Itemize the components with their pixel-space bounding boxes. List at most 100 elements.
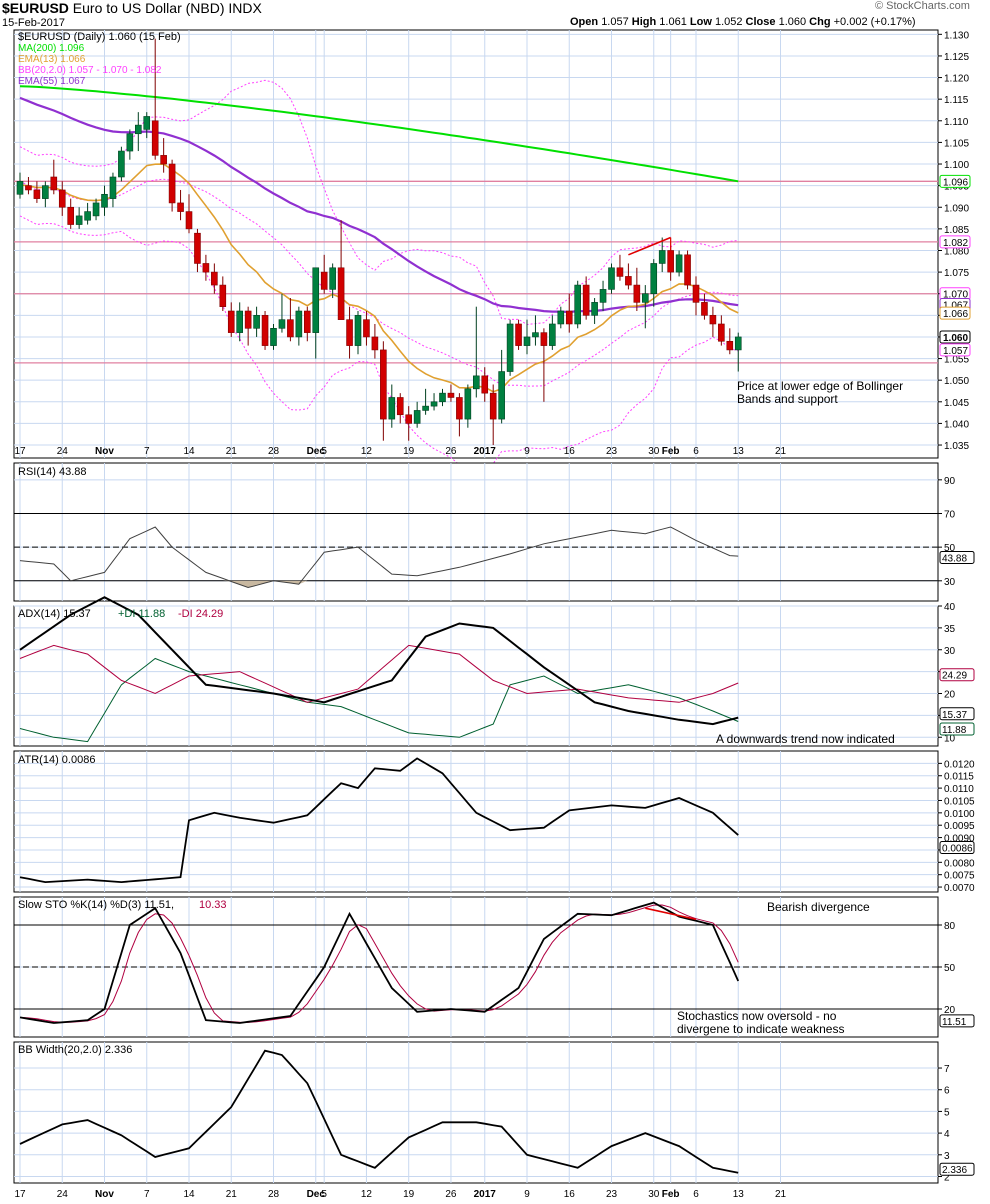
candle xyxy=(413,410,421,424)
x-tick-label: 6 xyxy=(693,446,699,457)
candle xyxy=(464,388,472,420)
panel-2: 10152025303540ADX(14) 15.37+DI 11.88-DI … xyxy=(13,596,975,747)
candle xyxy=(709,315,717,325)
y-tick-label: 0.0070 xyxy=(944,883,975,894)
candle xyxy=(194,232,201,264)
candle xyxy=(633,284,641,303)
candle xyxy=(244,310,252,329)
candle xyxy=(388,397,396,420)
candle xyxy=(422,405,429,411)
candle xyxy=(692,284,700,303)
candle xyxy=(658,250,666,264)
annotation: Price at lower edge of Bollinger xyxy=(737,379,903,393)
candle xyxy=(261,315,269,346)
annotation: Bearish divergence xyxy=(767,900,870,914)
y-tick-label: 80 xyxy=(944,921,956,932)
candle xyxy=(481,375,489,394)
x-tick-label: 14 xyxy=(183,1189,195,1200)
candle xyxy=(168,163,176,204)
y-tick-label: 1.100 xyxy=(944,160,969,171)
x-tick-label: 23 xyxy=(606,1189,618,1200)
y-tick-label: 50 xyxy=(944,963,956,974)
candle xyxy=(363,319,370,338)
candle xyxy=(67,206,74,225)
candle xyxy=(135,124,142,135)
x-tick-label: 14 xyxy=(183,446,195,457)
candle xyxy=(549,323,556,346)
legend-entry: ADX(14) 15.37 xyxy=(18,608,91,620)
legend-entry: EMA(55) 1.067 xyxy=(18,76,86,87)
annotation: A downwards trend now indicated xyxy=(716,732,895,746)
y-tick-label: 1.090 xyxy=(944,203,969,214)
x-tick-label: 28 xyxy=(268,446,280,457)
candle xyxy=(278,319,286,329)
y-tick-label: 1.115 xyxy=(944,95,969,106)
y-tick-label: 0.0095 xyxy=(944,821,975,832)
y-tick-label: 1.110 xyxy=(944,117,969,128)
candle xyxy=(371,336,379,351)
candle xyxy=(447,392,455,398)
candle xyxy=(616,267,624,277)
x-tick-label: 21 xyxy=(775,1189,787,1200)
x-tick-label: Feb xyxy=(662,446,680,457)
candle xyxy=(346,319,353,346)
panel-frame xyxy=(13,605,939,747)
candle xyxy=(337,267,345,320)
candle xyxy=(92,202,100,217)
candle xyxy=(684,254,691,286)
value-box-label: 1.082 xyxy=(943,238,968,249)
x-tick-label: 7 xyxy=(144,446,150,457)
candle xyxy=(329,267,336,290)
panel-0: 1.0351.0401.0451.0501.0551.0601.0651.070… xyxy=(13,29,971,469)
candle xyxy=(557,310,565,325)
candle xyxy=(506,323,514,372)
y-tick-label: 1.045 xyxy=(944,398,969,409)
legend-entry: BB Width(20,2.0) 2.336 xyxy=(18,1044,132,1056)
chart-area: 1.0351.0401.0451.0501.0551.0601.0651.070… xyxy=(13,29,975,1200)
y-tick-label: 1.125 xyxy=(944,52,969,63)
candle xyxy=(396,397,404,416)
x-tick-label: 19 xyxy=(403,1189,415,1200)
candle xyxy=(625,276,632,286)
candle xyxy=(641,293,649,303)
x-tick-label: 2017 xyxy=(474,446,497,457)
candle xyxy=(312,267,320,333)
y-tick-label: 30 xyxy=(944,646,956,657)
candle xyxy=(42,185,49,199)
y-tick-label: 30 xyxy=(944,577,956,588)
x-tick-label: 5 xyxy=(321,1189,327,1200)
annotation: divergene to indicate weakness xyxy=(677,1022,844,1036)
candle xyxy=(143,116,151,130)
y-tick-label: 1.105 xyxy=(944,138,969,149)
candle xyxy=(489,392,497,420)
x-tick-label: 19 xyxy=(403,446,415,457)
candle xyxy=(33,189,41,199)
y-tick-label: 1.035 xyxy=(944,441,969,452)
x-tick-label: 28 xyxy=(268,1189,280,1200)
candle xyxy=(515,323,522,346)
candle xyxy=(295,310,303,338)
x-tick-label: 9 xyxy=(524,446,530,457)
x-tick-label: 13 xyxy=(733,446,745,457)
panel-frame xyxy=(13,750,939,893)
panel-frame xyxy=(13,1041,939,1184)
x-tick-label: 12 xyxy=(361,446,373,457)
candle xyxy=(160,155,167,165)
value-box-label: 43.88 xyxy=(942,553,967,564)
candle xyxy=(84,211,91,221)
candle xyxy=(287,319,294,338)
x-tick-label: 2017 xyxy=(474,1189,497,1200)
y-tick-label: 0.0105 xyxy=(944,796,975,807)
candle xyxy=(50,176,58,191)
panel-4: 20 50 80 Slow STO %K(14) %D(3) 11.51, 10.33 B… xyxy=(13,896,975,1038)
candle xyxy=(650,263,658,295)
x-tick-label: 26 xyxy=(445,1189,457,1200)
legend-entry: $EURUSD (Daily) 1.060 (15 Feb) xyxy=(18,31,181,43)
x-tick-label: 17 xyxy=(14,446,26,457)
x-tick-label: 30 xyxy=(648,446,660,457)
x-tick-label: 21 xyxy=(775,446,787,457)
value-box-label: 1.057 xyxy=(943,346,968,357)
candle xyxy=(101,193,108,208)
candle xyxy=(439,392,446,403)
candle xyxy=(58,189,66,208)
